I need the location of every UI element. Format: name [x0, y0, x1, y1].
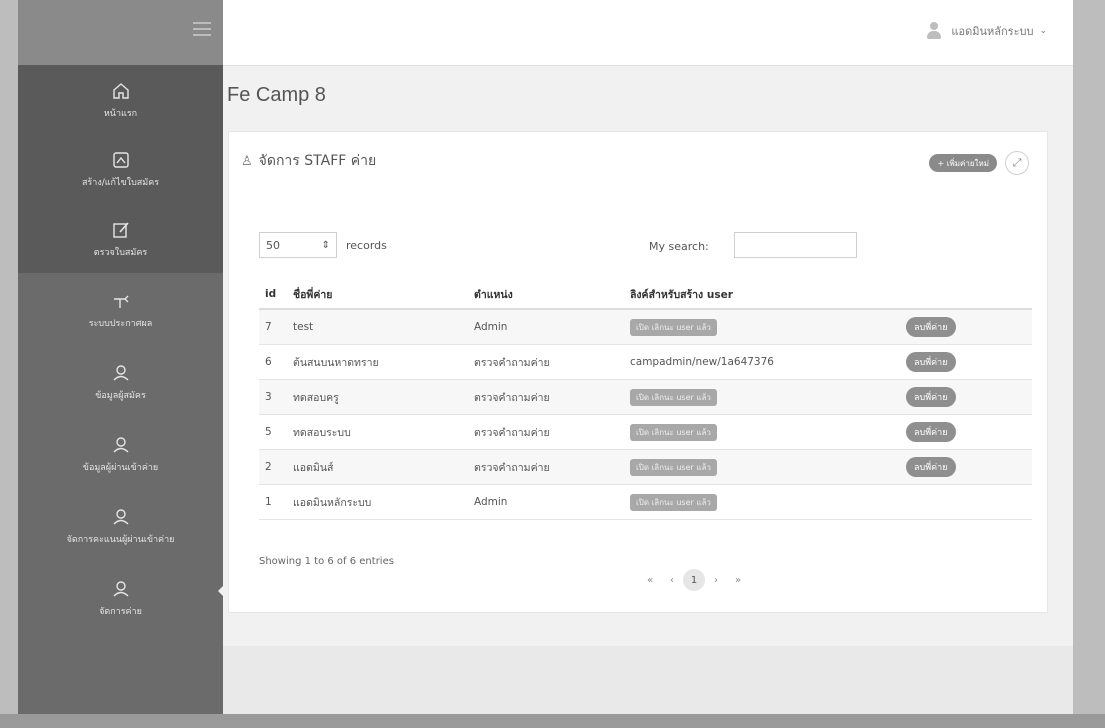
cell-link[interactable]: campadmin/new/1a647376 — [624, 356, 900, 368]
menu-icon[interactable] — [193, 22, 211, 36]
card-heading: ♙ จัดการ STAFF ค่าย — [241, 150, 376, 172]
cell-position: ตรวจคำถามค่าย — [474, 391, 550, 404]
sidebar-item-label: ข้อมูลผู้สมัคร — [95, 390, 146, 401]
link-badge[interactable]: เปิด เลิกนะ user แล้ว — [630, 388, 717, 406]
sidebar-item-forms[interactable]: สร้าง/แก้ไขใบสมัคร — [18, 133, 223, 203]
delete-staff-button[interactable]: ลบพี่ค่าย — [906, 387, 956, 407]
link-badge[interactable]: เปิด เลิกนะ user แล้ว — [630, 318, 717, 336]
table-row: 6 ต้นสนบนหาดทราย ตรวจคำถามค่าย campadmin… — [259, 345, 1032, 380]
sidebar-item-label: จัดการคะแนนผู้ผ่านเข้าค่าย — [66, 534, 175, 545]
expand-icon[interactable]: ⤢ — [1005, 151, 1029, 175]
delete-staff-button[interactable]: ลบพี่ค่าย — [906, 352, 956, 372]
top-bar: แอดมินหลักระบบ ⌄ — [223, 0, 1073, 66]
table-row: 7 test Admin เปิด เลิกนะ user แล้ว ลบพี่… — [259, 310, 1032, 345]
cell-id: 3 — [265, 391, 272, 403]
user-icon — [109, 433, 133, 457]
sidebar: หน้าแรก สร้าง/แก้ไขใบสมัคร ตรวจใบสมัคร ร… — [18, 0, 223, 728]
sidebar-item-camp[interactable]: จัดการค่าย — [18, 561, 223, 633]
active-indicator — [218, 584, 225, 598]
cell-position: ตรวจคำถามค่าย — [474, 356, 550, 369]
column-header[interactable]: ชื่อพี่ค่าย — [287, 286, 468, 303]
cell-id: 2 — [265, 461, 272, 473]
cell-position: ตรวจคำถามค่าย — [474, 461, 550, 474]
link-badge[interactable]: เปิด เลิกนะ user แล้ว — [630, 458, 717, 476]
spinner-icon: ⇕ — [321, 239, 330, 251]
pagination: « ‹ 1 › » — [639, 569, 749, 591]
chevron-down-icon: ⌄ — [1039, 26, 1047, 36]
records-value: 50 — [266, 238, 280, 252]
column-header[interactable]: ตำแหน่ง — [468, 286, 624, 303]
page-1-button[interactable]: 1 — [683, 569, 705, 591]
entries-info: Showing 1 to 6 of 6 entries — [259, 556, 394, 567]
page-title: Fe Camp 8 — [227, 84, 326, 106]
staff-table: id ชื่อพี่ค่าย ตำแหน่ง ลิงค์สำหรับสร้าง … — [259, 280, 1032, 520]
sidebar-item-review[interactable]: ตรวจใบสมัคร — [18, 203, 223, 273]
user-icon — [109, 577, 133, 601]
search-input[interactable] — [734, 232, 857, 258]
cell-name: แอดมินหลักระบบ — [293, 496, 372, 509]
staff-card: ♙ จัดการ STAFF ค่าย + เพิ่มค่ายใหม่ ⤢ 50… — [228, 131, 1048, 613]
last-page-button[interactable]: » — [727, 575, 749, 586]
sidebar-item-announce[interactable]: ระบบประกาศผล — [18, 273, 223, 345]
sidebar-item-applicants[interactable]: ข้อมูลผู้สมัคร — [18, 345, 223, 417]
sidebar-item-label: ข้อมูลผู้ผ่านเข้าค่าย — [82, 462, 159, 473]
table-header: id ชื่อพี่ค่าย ตำแหน่ง ลิงค์สำหรับสร้าง … — [259, 280, 1032, 310]
delete-staff-button[interactable]: ลบพี่ค่าย — [906, 457, 956, 477]
cell-name: แอดมินส์ — [293, 461, 334, 474]
first-page-button[interactable]: « — [639, 575, 661, 586]
column-header[interactable]: id — [259, 288, 287, 300]
user-name: แอดมินหลักระบบ — [951, 25, 1034, 38]
sidebar-item-passed[interactable]: ข้อมูลผู้ผ่านเข้าค่าย — [18, 417, 223, 489]
users-icon — [109, 361, 133, 385]
cell-id: 1 — [265, 496, 272, 508]
sidebar-item-label: ตรวจใบสมัคร — [93, 247, 148, 258]
cell-name: ทดสอบระบบ — [293, 426, 351, 439]
form-icon — [109, 148, 133, 172]
user-menu[interactable]: แอดมินหลักระบบ ⌄ — [925, 22, 1047, 40]
table-row: 3 ทดสอบครู ตรวจคำถามค่าย เปิด เลิกนะ use… — [259, 380, 1032, 415]
cell-id: 5 — [265, 426, 272, 438]
user-icon: ♙ — [241, 153, 253, 169]
records-select[interactable]: 50 ⇕ — [259, 232, 337, 258]
sidebar-item-label: สร้าง/แก้ไขใบสมัคร — [81, 177, 160, 188]
prev-page-button[interactable]: ‹ — [661, 575, 683, 586]
cell-name: test — [293, 321, 314, 333]
home-icon — [109, 79, 133, 103]
link-badge[interactable]: เปิด เลิกนะ user แล้ว — [630, 423, 717, 441]
sidebar-item-scores[interactable]: จัดการคะแนนผู้ผ่านเข้าค่าย — [18, 489, 223, 561]
sidebar-header — [18, 0, 223, 65]
cell-id: 6 — [265, 356, 272, 368]
cell-name: ต้นสนบนหาดทราย — [293, 356, 379, 369]
bottom-border — [0, 714, 1105, 728]
delete-staff-button[interactable]: ลบพี่ค่าย — [906, 422, 956, 442]
records-label: records — [346, 239, 387, 252]
edit-icon — [109, 218, 133, 242]
link-badge[interactable]: เปิด เลิกนะ user แล้ว — [630, 493, 717, 511]
table-row: 5 ทดสอบระบบ ตรวจคำถามค่าย เปิด เลิกนะ us… — [259, 415, 1032, 450]
user-icon — [109, 505, 133, 529]
delete-staff-button[interactable]: ลบพี่ค่าย — [906, 317, 956, 337]
announce-icon — [109, 289, 133, 313]
sidebar-item-label: หน้าแรก — [103, 108, 138, 119]
card-title: จัดการ STAFF ค่าย — [258, 153, 377, 169]
search-label: My search: — [649, 240, 709, 253]
cell-position: ตรวจคำถามค่าย — [474, 426, 550, 439]
table-row: 1 แอดมินหลักระบบ Admin เปิด เลิกนะ user … — [259, 485, 1032, 520]
cell-position: Admin — [474, 496, 508, 508]
sidebar-item-home[interactable]: หน้าแรก — [18, 65, 223, 133]
next-page-button[interactable]: › — [705, 575, 727, 586]
sidebar-item-label: ระบบประกาศผล — [88, 318, 153, 329]
sidebar-item-label: จัดการค่าย — [99, 606, 142, 617]
cell-name: ทดสอบครู — [293, 391, 339, 404]
add-staff-button[interactable]: + เพิ่มค่ายใหม่ — [929, 154, 997, 172]
avatar-icon — [925, 22, 943, 40]
column-header[interactable]: ลิงค์สำหรับสร้าง user — [624, 286, 900, 303]
table-row: 2 แอดมินส์ ตรวจคำถามค่าย เปิด เลิกนะ use… — [259, 450, 1032, 485]
cell-position: Admin — [474, 321, 508, 333]
cell-id: 7 — [265, 321, 272, 333]
